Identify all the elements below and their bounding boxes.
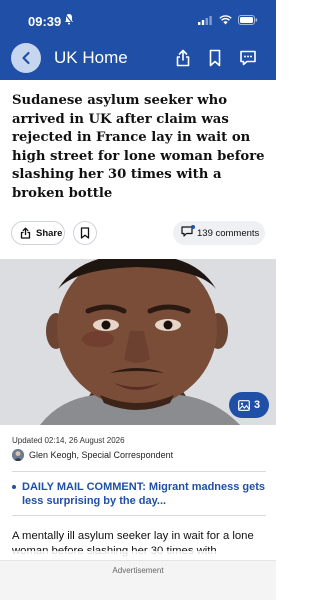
comment-icon <box>240 50 256 66</box>
share-label: Share <box>36 227 63 239</box>
updated-timestamp: Updated 02:14, 26 August 2026 <box>12 436 125 445</box>
advertisement-label: Advertisement <box>112 566 164 575</box>
app-header: 09:39 UK Home <box>0 0 276 80</box>
share-button[interactable] <box>172 47 194 69</box>
share-pill-button[interactable]: Share <box>11 221 65 245</box>
battery-icon <box>238 15 258 25</box>
bell-icon <box>64 13 74 25</box>
author-avatar <box>12 449 24 461</box>
back-button[interactable] <box>11 43 41 73</box>
article-actions: Share 139 comments <box>0 221 276 247</box>
back-arrow-icon <box>22 51 30 65</box>
share-icon <box>176 49 190 67</box>
comments-label: 139 comments <box>197 227 260 239</box>
comment-bubble-wrap <box>181 225 195 240</box>
related-link-text: DAILY MAIL COMMENT: Migrant madness gets… <box>22 481 266 507</box>
status-time: 09:39 <box>28 14 62 29</box>
comments-pill-button[interactable]: 139 comments <box>173 221 265 245</box>
gallery-button[interactable]: 3 <box>229 392 269 418</box>
share-small-icon <box>20 227 31 239</box>
comments-button[interactable] <box>237 47 259 69</box>
gallery-icon <box>238 399 250 411</box>
gallery-count: 3 <box>253 399 261 411</box>
wifi-icon <box>219 15 232 25</box>
bookmark-small-icon <box>80 227 90 239</box>
related-bullet <box>12 485 16 489</box>
signal-icon <box>198 16 212 25</box>
advertisement-bar[interactable]: Advertisement <box>0 560 276 600</box>
bookmark-pill-button[interactable] <box>73 221 97 245</box>
divider-bottom <box>12 515 266 516</box>
page-title: UK Home <box>54 48 128 67</box>
related-link[interactable]: DAILY MAIL COMMENT: Migrant madness gets… <box>12 480 266 508</box>
bookmark-icon <box>209 49 221 67</box>
bookmark-button[interactable] <box>204 47 226 69</box>
divider-top <box>12 471 266 472</box>
nav-bar: UK Home <box>0 42 276 76</box>
status-bar: 09:39 <box>0 0 276 42</box>
author-name: Glen Keogh, Special Correspondent <box>29 450 174 460</box>
new-comments-dot <box>191 225 195 229</box>
article-headline: Sudanese asylum seeker who arrived in UK… <box>12 93 265 201</box>
byline[interactable]: Glen Keogh, Special Correspondent <box>12 448 173 462</box>
